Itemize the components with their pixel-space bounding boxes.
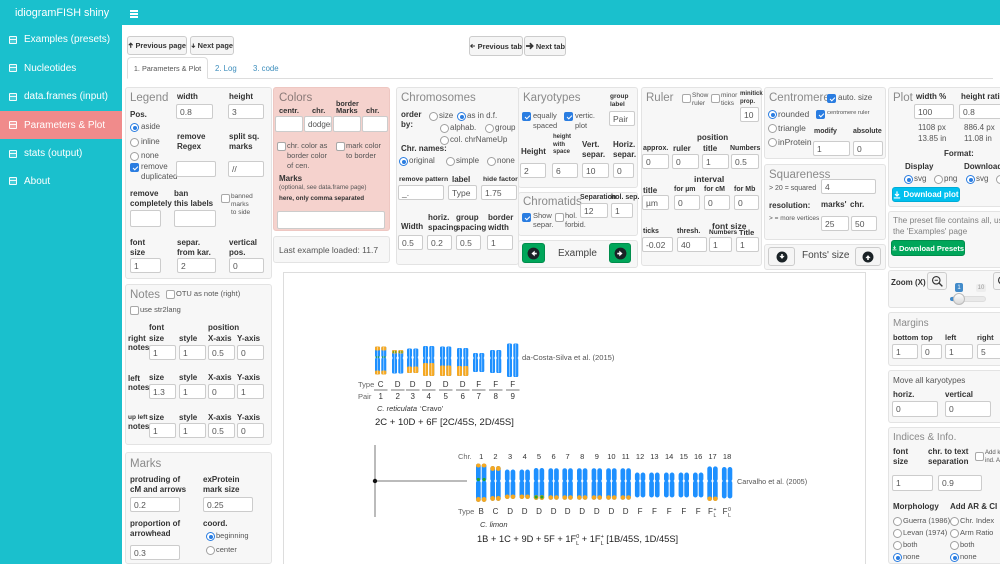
- svg-text:8: 8: [493, 392, 498, 401]
- svg-text:F: F: [667, 507, 672, 516]
- svg-text:Carvalho et al. (2005): Carvalho et al. (2005): [737, 477, 807, 486]
- svg-text:D: D: [536, 507, 542, 516]
- svg-text:D: D: [426, 380, 432, 389]
- svg-text:5: 5: [537, 452, 541, 461]
- svg-text:C: C: [493, 507, 499, 516]
- svg-text:3: 3: [508, 452, 512, 461]
- svg-text:18: 18: [723, 452, 731, 461]
- svg-text:13: 13: [650, 452, 658, 461]
- svg-text:F: F: [510, 380, 515, 389]
- svg-text:16: 16: [694, 452, 702, 461]
- svg-text:6: 6: [552, 452, 556, 461]
- svg-text:F: F: [681, 507, 686, 516]
- svg-text:8: 8: [580, 452, 584, 461]
- svg-text:11: 11: [622, 452, 630, 461]
- svg-text:4: 4: [426, 392, 431, 401]
- svg-text:da-Costa-Silva et al. (2015): da-Costa-Silva et al. (2015): [522, 353, 615, 362]
- svg-text:1: 1: [479, 452, 483, 461]
- svg-text:D: D: [410, 380, 416, 389]
- svg-text:D: D: [395, 380, 401, 389]
- svg-text:9: 9: [510, 392, 515, 401]
- svg-text:D: D: [579, 507, 585, 516]
- svg-text:C. limon: C. limon: [480, 520, 508, 529]
- svg-text:Chr.: Chr.: [458, 452, 472, 461]
- svg-text:C. reticulata: C. reticulata: [377, 404, 417, 413]
- svg-text:D: D: [594, 507, 600, 516]
- svg-text:D: D: [460, 380, 466, 389]
- svg-text:7: 7: [476, 392, 481, 401]
- svg-text:F: F: [476, 380, 481, 389]
- svg-text:B: B: [479, 507, 484, 516]
- svg-text:2C + 10D + 6F [2C/45S, 2D/45S]: 2C + 10D + 6F [2C/45S, 2D/45S]: [375, 417, 514, 428]
- svg-text:D: D: [623, 507, 629, 516]
- svg-text:F: F: [652, 507, 657, 516]
- svg-text:D: D: [443, 380, 449, 389]
- svg-text:4: 4: [523, 452, 527, 461]
- svg-text:12: 12: [636, 452, 644, 461]
- svg-text:9: 9: [595, 452, 599, 461]
- svg-text:D: D: [507, 507, 513, 516]
- svg-text:L: L: [728, 513, 731, 519]
- svg-text:D: D: [609, 507, 615, 516]
- svg-text:F: F: [638, 507, 643, 516]
- svg-text:7: 7: [566, 452, 570, 461]
- svg-text:Type: Type: [358, 380, 374, 389]
- svg-text:3: 3: [410, 392, 415, 401]
- svg-text:15: 15: [680, 452, 688, 461]
- svg-text:2: 2: [493, 452, 497, 461]
- svg-text:F: F: [723, 507, 728, 516]
- svg-text:5: 5: [443, 392, 448, 401]
- svg-text:‘Cravo’: ‘Cravo’: [420, 404, 444, 413]
- svg-text:14: 14: [665, 452, 673, 461]
- svg-text:17: 17: [708, 452, 716, 461]
- svg-text:C: C: [378, 380, 384, 389]
- svg-text:F: F: [696, 507, 701, 516]
- svg-text:F: F: [493, 380, 498, 389]
- svg-text:D: D: [565, 507, 571, 516]
- svg-text:2: 2: [395, 392, 400, 401]
- svg-text:Pair: Pair: [358, 392, 372, 401]
- svg-text:6: 6: [460, 392, 465, 401]
- svg-text:1B + 1C + 9D + 5F + 1F0L + 1F+: 1B + 1C + 9D + 5F + 1F0L + 1F+L [1B/45S,…: [477, 534, 678, 547]
- svg-text:D: D: [522, 507, 528, 516]
- svg-text:10: 10: [607, 452, 615, 461]
- svg-text:D: D: [551, 507, 557, 516]
- svg-text:1: 1: [378, 392, 383, 401]
- svg-text:L: L: [714, 513, 717, 519]
- svg-text:Type: Type: [458, 507, 474, 516]
- svg-text:F: F: [708, 507, 713, 516]
